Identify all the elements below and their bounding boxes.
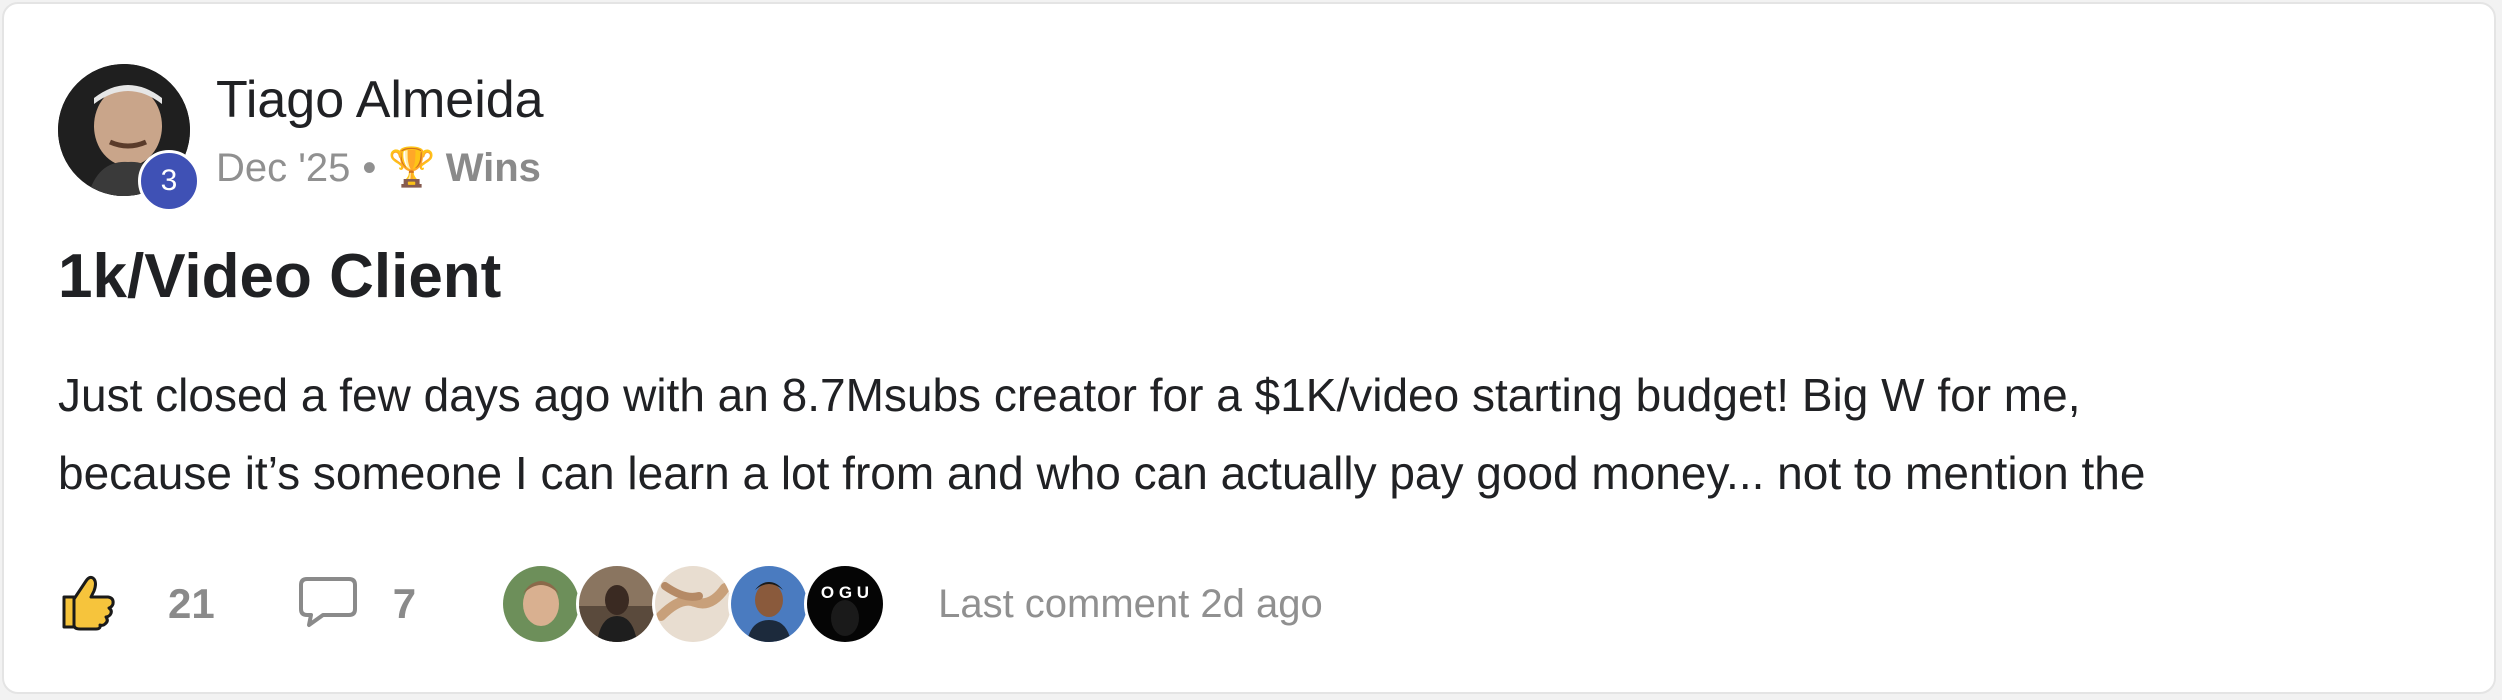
- like-button[interactable]: 21: [58, 573, 215, 636]
- recent-commenters[interactable]: O G U: [500, 563, 887, 645]
- commenter-avatar[interactable]: O G U: [804, 563, 887, 645]
- post-body[interactable]: Just closed a few days ago with an 8.7Ms…: [58, 356, 2458, 512]
- post-meta: Dec '25 • 🏆 Wins: [216, 144, 541, 192]
- category-link[interactable]: Wins: [446, 144, 541, 192]
- post-title[interactable]: 1k/Video Client: [58, 240, 501, 314]
- meta-separator: •: [362, 146, 377, 190]
- author-name[interactable]: Tiago Almeida: [216, 70, 544, 130]
- post-date: Dec '25: [216, 146, 351, 190]
- like-count: 21: [168, 580, 215, 627]
- last-comment-time: Last comment 2d ago: [938, 581, 1323, 626]
- trophy-icon: 🏆: [388, 147, 436, 189]
- post-body-line: Just closed a few days ago with an 8.7Ms…: [58, 369, 2081, 421]
- commenter-initials: O G U: [821, 583, 869, 602]
- author-avatar-group[interactable]: 3: [58, 64, 200, 212]
- commenter-avatar[interactable]: [728, 563, 811, 645]
- comment-button[interactable]: 7: [297, 575, 416, 634]
- post-body-line: because it’s someone I can learn a lot f…: [58, 447, 2146, 499]
- post-card[interactable]: 3 Tiago Almeida Dec '25 • 🏆 Wins 1k/Vide…: [2, 2, 2496, 694]
- commenter-avatar[interactable]: [576, 563, 659, 645]
- commenter-avatar[interactable]: [652, 563, 735, 645]
- level-badge: 3: [138, 150, 200, 212]
- thumbs-up-icon: [58, 573, 116, 636]
- post-footer: 21 7 O G U Last comment 2d ago: [58, 563, 1323, 645]
- commenter-avatar[interactable]: [500, 563, 583, 645]
- comment-icon: [297, 575, 359, 634]
- comment-count: 7: [392, 580, 417, 627]
